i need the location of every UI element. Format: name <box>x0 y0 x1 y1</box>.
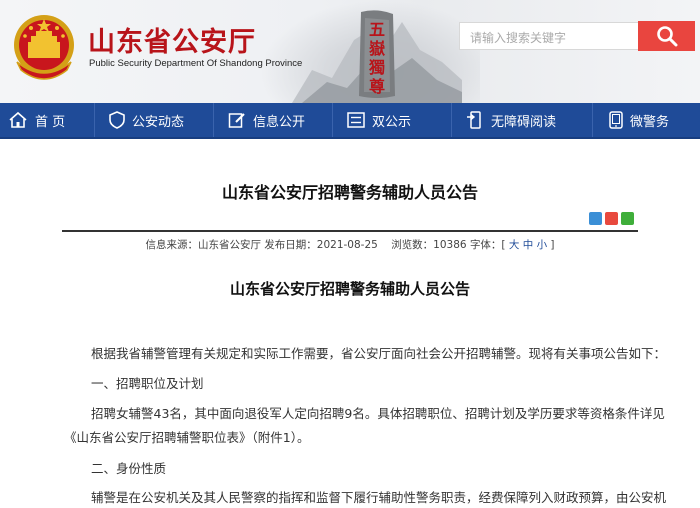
share-wechat-icon[interactable] <box>621 212 634 225</box>
main-nav: 首 页 公安动态 信息公开 双公示 无障碍阅读 微警务 <box>0 103 700 139</box>
share-weibo-icon[interactable] <box>605 212 618 225</box>
article-section-heading: 一、招聘职位及计划 <box>91 376 204 391</box>
svg-text:獨: 獨 <box>368 58 385 77</box>
search-button[interactable] <box>638 21 695 51</box>
mount-tai-rock-decoration: 五 嶽 獨 尊 <box>359 10 395 98</box>
share-bar <box>589 212 634 225</box>
article-meta: 信息来源：山东省公安厅 发布日期：2021-08-25 浏览数：10386 字体… <box>0 237 700 252</box>
nav-label-police-news: 公安动态 <box>132 114 185 130</box>
svg-text:尊: 尊 <box>369 77 385 96</box>
share-qzone-icon[interactable] <box>589 212 602 225</box>
site-title: 山东省公安厅 <box>88 27 256 58</box>
mobile-icon <box>609 111 623 129</box>
nav-label-dual-publicity: 双公示 <box>372 114 412 130</box>
article-paragraph: 招聘女辅警43名，其中面向退役军人定向招聘9名。具体招聘职位、招聘计划及学历要求… <box>91 406 665 421</box>
nav-label-info-disclosure: 信息公开 <box>253 114 306 130</box>
font-size-medium-link[interactable]: 中 <box>523 239 534 251</box>
nav-item-home[interactable]: 首 页 <box>0 103 94 137</box>
font-size-small-link[interactable]: 小 <box>537 239 548 251</box>
nav-label-home: 首 页 <box>35 114 66 130</box>
font-size-large-link[interactable]: 大 <box>509 239 520 251</box>
title-divider <box>62 230 638 232</box>
search-input[interactable]: 请输入搜索关键字 <box>459 22 639 50</box>
nav-item-micro-police[interactable]: 微警务 <box>593 103 689 137</box>
nav-label-micro-police: 微警务 <box>630 114 670 130</box>
accessibility-icon <box>466 111 484 129</box>
national-emblem-icon <box>14 15 74 80</box>
nav-label-accessible-reading: 无障碍阅读 <box>491 114 557 130</box>
home-icon <box>8 111 28 129</box>
article-sub-title: 山东省公安厅招聘警务辅助人员公告 <box>229 280 470 298</box>
meta-font-close: ] <box>550 239 555 251</box>
article-paragraph: 根据我省辅警管理有关规定和实际工作需要，省公安厅面向社会公开招聘辅警。现将有关事… <box>91 346 667 361</box>
meta-font-label: 字体：[ <box>469 239 506 251</box>
list-icon <box>347 112 365 128</box>
article-section-heading: 二、身份性质 <box>91 461 167 476</box>
nav-item-accessible-reading[interactable]: 无障碍阅读 <box>452 103 592 137</box>
meta-views: 浏览数：10386 <box>391 239 467 251</box>
nav-item-info-disclosure[interactable]: 信息公开 <box>214 103 332 137</box>
meta-source: 信息来源：山东省公安厅 <box>145 239 261 251</box>
site-subtitle: Public Security Department Of Shandong P… <box>89 58 303 69</box>
nav-item-police-news[interactable]: 公安动态 <box>95 103 213 137</box>
meta-date: 发布日期：2021-08-25 <box>264 239 378 251</box>
article-paragraph: 《山东省公安厅招聘辅警职位表》（附件1）。 <box>64 430 310 445</box>
nav-item-dual-publicity[interactable]: 双公示 <box>333 103 451 137</box>
svg-text:五: 五 <box>369 20 385 39</box>
article-title: 山东省公安厅招聘警务辅助人员公告 <box>221 183 478 202</box>
svg-text:嶽: 嶽 <box>369 39 386 58</box>
edit-icon <box>228 111 246 129</box>
site-header: 山东省公安厅 Public Security Department Of Sha… <box>0 0 700 103</box>
search-icon <box>656 26 677 47</box>
shield-icon <box>109 111 125 129</box>
article-paragraph: 辅警是在公安机关及其人民警察的指挥和监督下履行辅助性警务职责，经费保障列入财政预… <box>91 490 667 505</box>
